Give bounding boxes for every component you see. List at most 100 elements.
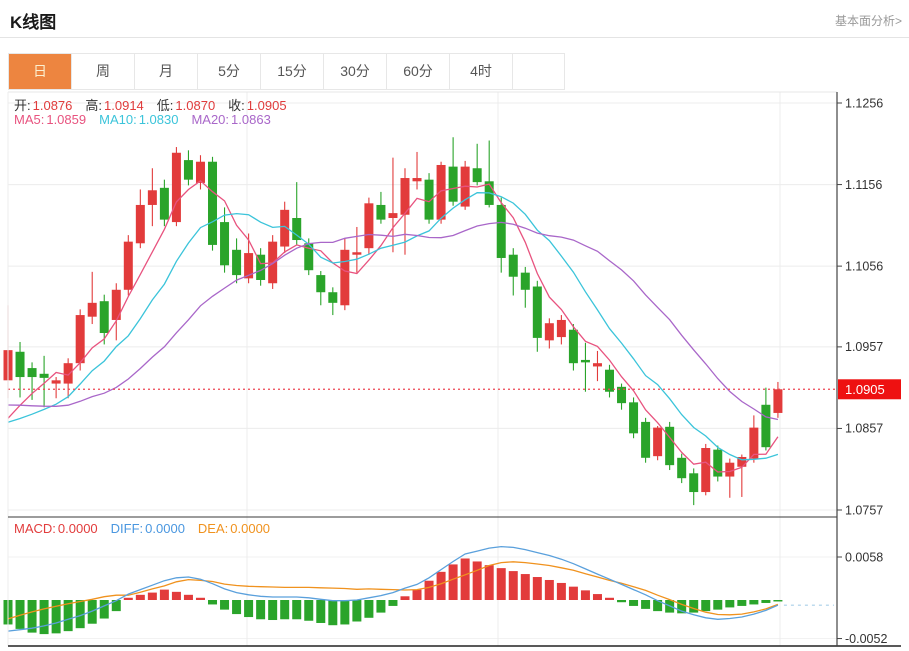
macd-bar: [473, 561, 482, 600]
macd-bar: [208, 600, 217, 604]
axis-tick-label: 1.1256: [845, 96, 883, 110]
macd-bar: [352, 600, 361, 621]
macd-bar: [136, 595, 145, 600]
candle-body: [437, 165, 446, 220]
macd-bar: [545, 580, 554, 600]
macd-bar: [761, 600, 770, 603]
macd-bar: [521, 574, 530, 600]
ma-legend: MA5:1.0859MA10:1.0830MA20:1.0863: [14, 112, 284, 127]
macd-bar: [100, 600, 109, 619]
macd-bar: [148, 593, 157, 600]
candle-body: [316, 275, 325, 292]
candle-body: [136, 205, 145, 243]
candle-body: [40, 374, 49, 378]
candle-body: [761, 405, 770, 447]
macd-bar: [605, 598, 614, 600]
candle-body: [184, 160, 193, 180]
candle-body: [581, 360, 590, 362]
candle-body: [124, 242, 133, 290]
legend-macd-item: DEA:0.0000: [198, 521, 270, 536]
macd-bar: [533, 577, 542, 600]
macd-bar: [400, 596, 409, 600]
macd-bar: [304, 600, 313, 621]
candle-body: [364, 203, 373, 248]
candles-layer: [4, 137, 783, 505]
macd-bar: [773, 600, 782, 601]
candle-body: [232, 250, 241, 275]
axis-tick-label: 1.0957: [845, 340, 883, 354]
candle-body: [773, 389, 782, 413]
macd-bar: [713, 600, 722, 610]
legend-ohlc-item: 低:1.0870: [157, 98, 215, 113]
macd-bar: [220, 600, 229, 610]
candle-body: [653, 428, 662, 457]
legend-ma-item: MA10:1.0830: [99, 112, 178, 127]
macd-bar: [196, 598, 205, 600]
candle-body: [28, 368, 37, 377]
macd-bar: [376, 600, 385, 613]
macd-bar: [232, 600, 241, 614]
gridlines: [8, 92, 837, 646]
candle-body: [328, 292, 337, 303]
macd-bar: [449, 564, 458, 600]
axis-tick-label: 1.0857: [845, 422, 883, 436]
macd-bar: [184, 595, 193, 600]
macd-bar: [316, 600, 325, 623]
candle-body: [521, 273, 530, 290]
candle-body: [388, 213, 397, 218]
macd-legend: MACD:0.0000DIFF:0.0000DEA:0.0000: [14, 521, 283, 536]
candle-body: [605, 370, 614, 392]
dea-line: [8, 562, 778, 619]
macd-bar: [749, 600, 758, 604]
macd-bar: [629, 600, 638, 606]
legend-macd-item: DIFF:0.0000: [111, 521, 185, 536]
candle-body: [196, 162, 205, 183]
candle-body: [725, 463, 734, 477]
macd-bar: [40, 600, 49, 634]
macd-bar: [497, 568, 506, 600]
candle-body: [100, 301, 109, 333]
candle-body: [208, 162, 217, 245]
candle-body: [220, 222, 229, 265]
macd-bar: [569, 587, 578, 600]
axis-tick-label: 1.1056: [845, 259, 883, 273]
macd-bar: [388, 600, 397, 606]
macd-bar: [160, 590, 169, 600]
candle-body: [701, 448, 710, 492]
candle-body: [52, 380, 61, 383]
candle-body: [64, 363, 73, 383]
macd-bar: [461, 558, 470, 600]
macd-bar: [437, 572, 446, 600]
candle-body: [689, 473, 698, 492]
axis-tick-label: 0.0058: [845, 550, 883, 564]
candle-body: [352, 252, 361, 254]
candle-body: [533, 287, 542, 338]
candle-body: [160, 188, 169, 220]
macd-bar: [737, 600, 746, 606]
current-price-badge-label: 1.0905: [845, 382, 885, 397]
axis-tick-label: -0.0052: [845, 632, 887, 646]
candle-body: [76, 315, 85, 363]
candle-body: [557, 320, 566, 337]
axis-tick-label: 1.1156: [845, 178, 882, 192]
legend-ma-item: MA20:1.0863: [191, 112, 270, 127]
candle-body: [569, 330, 578, 363]
macd-bar: [557, 583, 566, 600]
candle-body: [16, 352, 25, 377]
candle-body: [340, 250, 349, 305]
macd-bar: [413, 590, 422, 600]
macd-bar: [172, 592, 181, 600]
candle-body: [677, 458, 686, 478]
overlays-layer: 1.0905: [8, 379, 901, 399]
macd-bar: [256, 600, 265, 619]
diff-line: [8, 547, 778, 632]
candle-body: [449, 167, 458, 202]
macd-bar: [509, 571, 518, 600]
macd-bar: [593, 594, 602, 600]
macd-bar: [280, 600, 289, 619]
macd-bar: [581, 590, 590, 600]
candle-body: [509, 255, 518, 277]
macd-bar: [364, 600, 373, 618]
macd-bar: [641, 600, 650, 609]
macd-bar: [701, 600, 710, 611]
